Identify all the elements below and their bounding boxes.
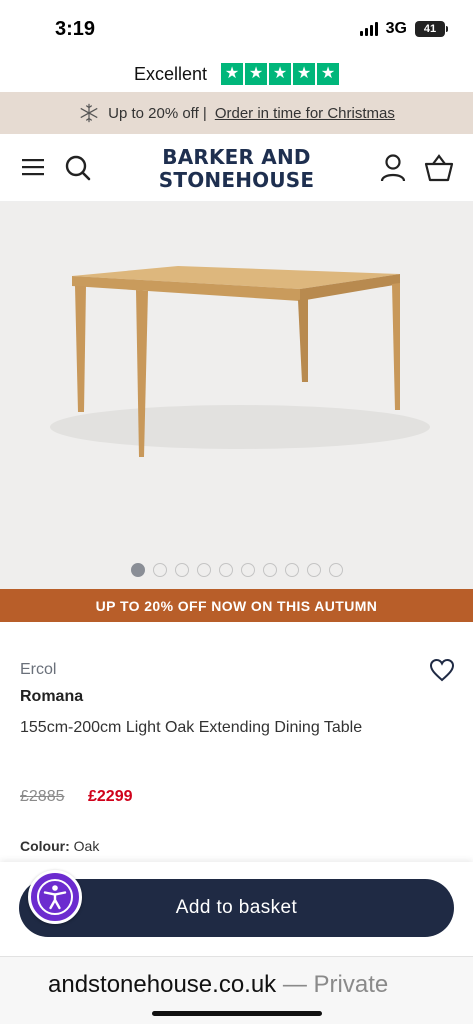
accessibility-button[interactable] — [28, 870, 82, 924]
url-text[interactable]: andstonehouse.co.uk — Private — [48, 971, 388, 999]
gallery-dot[interactable] — [328, 563, 343, 577]
gallery-pagination — [0, 563, 473, 577]
gallery-dot[interactable] — [240, 563, 255, 577]
star-icon: ★ — [221, 63, 244, 85]
colour-label: Colour: — [20, 838, 70, 854]
product-description: 155cm-200cm Light Oak Extending Dining T… — [20, 719, 363, 736]
star-icon: ★ — [293, 63, 316, 85]
product-brand[interactable]: Ercol — [20, 661, 56, 679]
account-icon[interactable] — [380, 153, 406, 183]
christmas-delivery-link[interactable]: Order in time for Christmas — [215, 105, 395, 122]
gallery-dot[interactable] — [152, 563, 167, 577]
home-indicator[interactable] — [152, 1011, 322, 1016]
basket-icon[interactable] — [424, 153, 454, 183]
original-price: £2885 — [20, 788, 65, 805]
heart-icon[interactable] — [429, 658, 455, 682]
snowflake-icon — [80, 103, 98, 123]
colour-selector[interactable]: Colour: Oak — [20, 838, 99, 854]
product-image[interactable] — [0, 202, 473, 542]
star-icon: ★ — [269, 63, 292, 85]
sticky-purchase-bar: Add to basket — [0, 862, 473, 956]
site-header: BARKER AND STONEHOUSE — [0, 134, 473, 202]
gallery-dot[interactable] — [306, 563, 321, 577]
gallery-dot[interactable] — [196, 563, 211, 577]
browser-url-bar[interactable]: andstonehouse.co.uk — Private — [0, 956, 473, 1024]
gallery-dot[interactable] — [130, 563, 145, 577]
network-type: 3G — [385, 20, 407, 37]
product-gallery[interactable] — [0, 202, 473, 589]
promo-banner: Up to 20% off | Order in time for Christ… — [0, 92, 473, 134]
accessibility-icon — [37, 879, 73, 915]
star-icon: ★ — [317, 63, 340, 85]
url-domain: andstonehouse.co.uk — [48, 971, 277, 998]
status-bar: 3:19 3G 41 — [0, 0, 473, 58]
gallery-dot[interactable] — [284, 563, 299, 577]
product-name: Romana — [20, 688, 84, 705]
promo-text: Up to 20% off | — [108, 104, 207, 122]
private-mode-label: — Private — [282, 971, 389, 998]
star-icon: ★ — [245, 63, 268, 85]
colour-value: Oak — [73, 838, 100, 854]
status-indicators: 3G 41 — [359, 20, 448, 38]
offer-banner[interactable]: UP TO 20% OFF NOW ON THIS AUTUMN — [0, 589, 473, 622]
rating-label: Excellent — [133, 63, 208, 84]
signal-icon — [359, 22, 378, 36]
add-to-basket-button[interactable]: Add to basket — [19, 879, 454, 937]
sale-price: £2299 — [88, 788, 133, 805]
gallery-dot[interactable] — [262, 563, 277, 577]
gallery-dot[interactable] — [174, 563, 189, 577]
battery-icon: 41 — [415, 21, 448, 37]
gallery-dot[interactable] — [218, 563, 233, 577]
status-time: 3:19 — [55, 18, 96, 40]
rating-stars: ★ ★ ★ ★ ★ — [221, 63, 340, 85]
trustpilot-rating[interactable]: Excellent ★ ★ ★ ★ ★ — [0, 60, 473, 88]
